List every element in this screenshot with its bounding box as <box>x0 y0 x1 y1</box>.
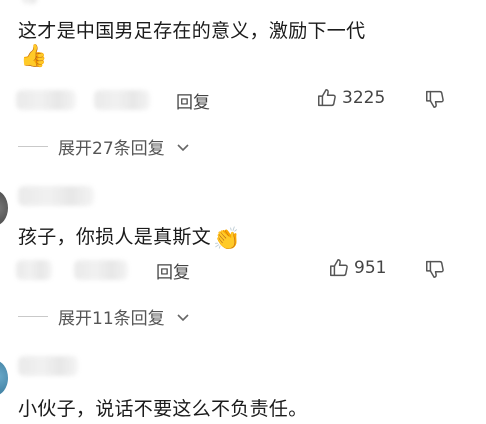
thumbs-up-outline-icon <box>328 257 350 279</box>
comment-2-body: 孩子，你损人是真斯文 <box>18 226 212 248</box>
thumbs-down-outline-icon <box>426 260 444 278</box>
chevron-down-icon <box>175 139 191 155</box>
comment-2-expand-replies[interactable]: 展开11条回复 <box>18 304 191 329</box>
comment-1-expand-replies[interactable]: 展开27条回复 <box>18 134 191 159</box>
comment-3-username-redacted <box>18 356 78 376</box>
divider-line <box>18 146 48 147</box>
comment-2-reply-button[interactable]: 回复 <box>156 258 190 283</box>
comment-1-expand-label: 展开27条回复 <box>58 139 165 159</box>
comment-2-meta-redacted <box>16 260 52 280</box>
comment-1-text: 这才是中国男足存在的意义，激励下一代 <box>18 16 365 43</box>
comment-1-meta-redacted-2 <box>94 90 150 110</box>
avatar[interactable] <box>0 360 8 396</box>
comment-feed: 这才是中国男足存在的意义，激励下一代 👍 回复 3225 展开27条回复 孩子，… <box>0 0 486 424</box>
comment-2-text: 孩子，你损人是真斯文👏 <box>18 222 241 252</box>
divider-line <box>18 316 48 317</box>
comment-3-body: 小伙子，说话不要这么不负责任。 <box>18 398 308 420</box>
comment-2-meta-redacted-2 <box>74 260 128 280</box>
comment-1-body: 这才是中国男足存在的意义，激励下一代 <box>18 20 366 42</box>
comment-3-text: 小伙子，说话不要这么不负责任。 <box>18 394 308 421</box>
comment-1-like-button[interactable]: 3225 <box>316 87 385 109</box>
avatar-top-clipped <box>22 0 38 4</box>
comment-2-username-redacted <box>18 186 94 206</box>
thumbs-up-emoji-icon: 👍 <box>20 44 48 69</box>
comment-2-expand-label: 展开11条回复 <box>58 309 165 329</box>
clapping-hands-emoji-icon: 👏 <box>213 227 241 252</box>
comment-2-like-count: 951 <box>354 258 387 278</box>
chevron-down-icon <box>175 309 191 325</box>
comment-1-dislike-button[interactable] <box>424 88 446 110</box>
comment-2-dislike-button[interactable] <box>424 258 446 280</box>
avatar[interactable] <box>0 190 8 226</box>
comment-1-reply-button[interactable]: 回复 <box>176 88 210 113</box>
comment-1-emoji-line: 👍 <box>18 44 47 69</box>
comment-1-like-count: 3225 <box>342 88 386 108</box>
thumbs-up-outline-icon <box>316 87 338 109</box>
comment-1-meta-redacted <box>16 90 76 110</box>
comment-2-like-button[interactable]: 951 <box>328 257 386 279</box>
thumbs-down-outline-icon <box>426 90 444 108</box>
